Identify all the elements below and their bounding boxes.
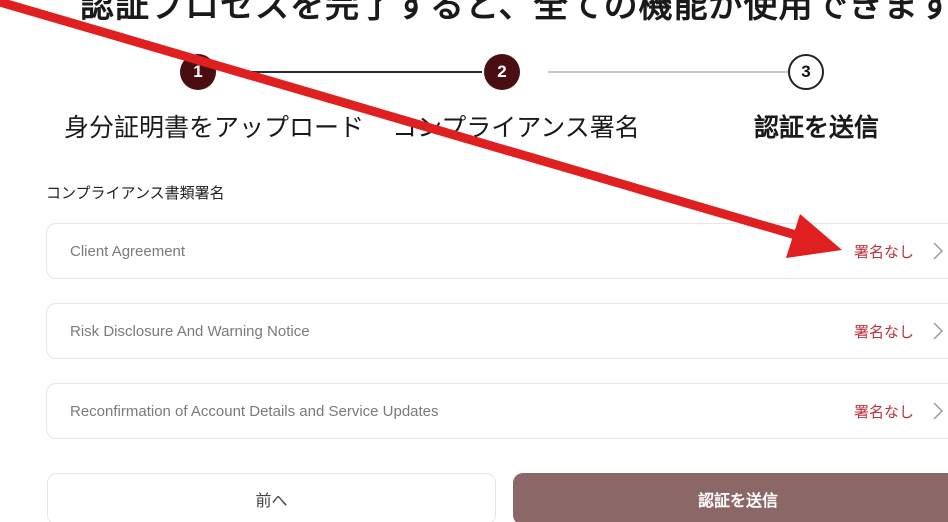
document-row-client-agreement[interactable]: Client Agreement 署名なし <box>46 223 948 279</box>
stepper-line-pending <box>548 71 788 73</box>
step-2-number: 2 <box>497 62 507 81</box>
step-2-label: コンプライアンス署名 <box>392 113 640 142</box>
document-row-risk-disclosure[interactable]: Risk Disclosure And Warning Notice 署名なし <box>46 303 948 359</box>
chevron-right-icon <box>933 402 944 420</box>
document-status: 署名なし <box>854 402 915 421</box>
step-3-label: 認証を送信 <box>754 113 880 142</box>
document-row-reconfirmation[interactable]: Reconfirmation of Account Details and Se… <box>46 383 948 439</box>
step-3-indicator: 3 <box>788 54 824 90</box>
previous-button[interactable]: 前へ <box>47 473 496 522</box>
step-1-indicator: 1 <box>180 54 216 90</box>
document-name: Risk Disclosure And Warning Notice <box>70 322 310 340</box>
stepper-line-completed <box>242 71 482 73</box>
document-status: 署名なし <box>854 242 915 261</box>
page-title: 認証プロセスを完了すると、全ての機能が使用できます <box>80 0 948 26</box>
step-2-indicator: 2 <box>484 54 520 90</box>
submit-verification-button[interactable]: 認証を送信 <box>513 473 948 522</box>
step-1-label: 身分証明書をアップロード <box>64 113 365 142</box>
step-1-number: 1 <box>193 62 203 81</box>
document-name: Client Agreement <box>70 242 186 260</box>
document-status: 署名なし <box>854 322 915 341</box>
section-title: コンプライアンス書類署名 <box>46 184 225 202</box>
step-3-number: 3 <box>801 62 811 81</box>
verification-page: 認証プロセスを完了すると、全ての機能が使用できます 1 2 3 身分証明書をアッ… <box>0 0 948 522</box>
chevron-right-icon <box>933 242 944 260</box>
chevron-right-icon <box>933 322 944 340</box>
document-name: Reconfirmation of Account Details and Se… <box>70 402 439 420</box>
